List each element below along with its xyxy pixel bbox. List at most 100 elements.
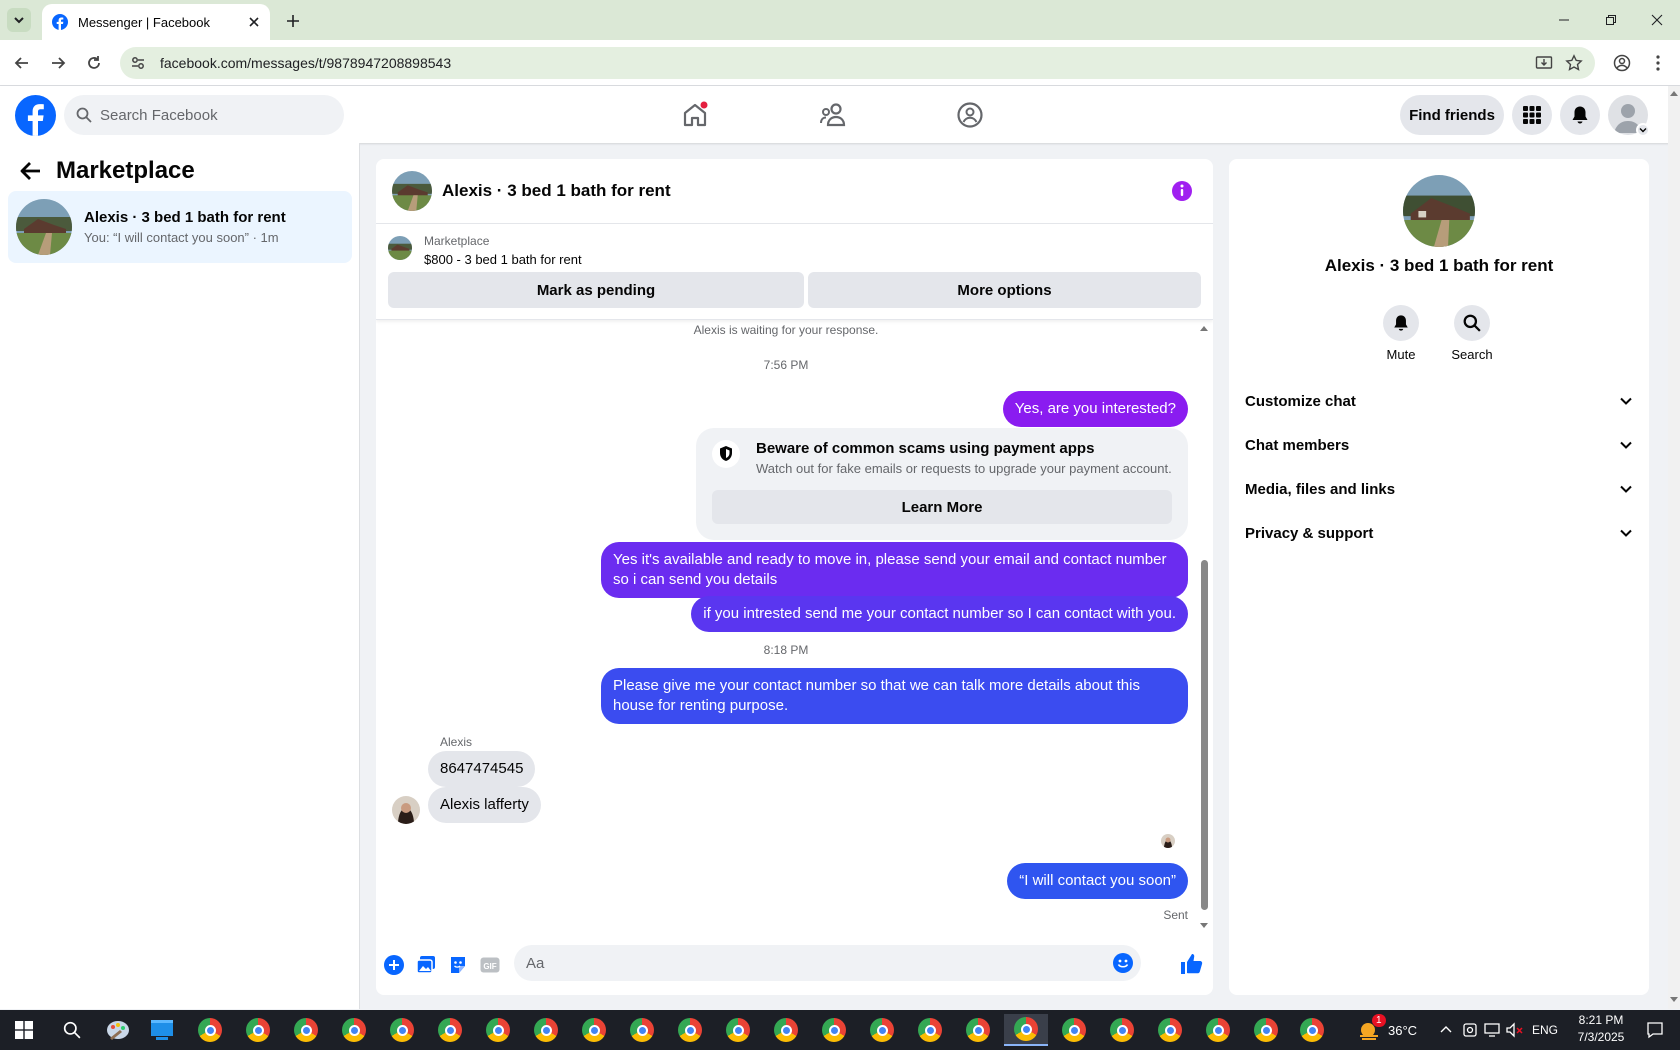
page-scrollbar[interactable] — [1668, 86, 1680, 1009]
sent-message[interactable]: “I will contact you soon” — [1007, 863, 1188, 899]
section-customize-chat[interactable]: Customize chat — [1245, 381, 1633, 421]
taskbar-chrome-10[interactable] — [622, 1014, 662, 1046]
taskbar-chrome-6[interactable] — [430, 1014, 470, 1046]
back-button[interactable] — [10, 51, 34, 75]
taskbar-chrome-1[interactable] — [190, 1014, 230, 1046]
temperature[interactable]: 36°C — [1388, 1023, 1417, 1038]
taskbar-chrome-20[interactable] — [1150, 1014, 1190, 1046]
profile-button[interactable] — [1610, 51, 1634, 75]
message-input[interactable]: Aa — [514, 945, 1141, 981]
omnibox[interactable]: facebook.com/messages/t/9878947208898543 — [120, 47, 1595, 79]
find-friends-button[interactable]: Find friends — [1400, 95, 1504, 135]
taskbar-search-button[interactable] — [52, 1014, 92, 1046]
window-close-button[interactable] — [1642, 8, 1672, 32]
reload-button[interactable] — [82, 51, 106, 75]
taskbar-chrome-13[interactable] — [766, 1014, 806, 1046]
notification-center-icon[interactable] — [1646, 1021, 1664, 1039]
taskbar-chrome-active[interactable] — [1004, 1014, 1048, 1046]
taskbar-chrome-18[interactable] — [1054, 1014, 1094, 1046]
details-avatar[interactable] — [1403, 175, 1475, 247]
taskbar-chrome-17[interactable] — [958, 1014, 998, 1046]
taskbar-chrome-8[interactable] — [526, 1014, 566, 1046]
taskbar-chrome-16[interactable] — [910, 1014, 950, 1046]
taskbar-chrome-5[interactable] — [382, 1014, 422, 1046]
mark-as-pending-button[interactable]: Mark as pending — [388, 272, 804, 308]
facebook-search-input[interactable]: Search Facebook — [64, 95, 344, 135]
more-options-button[interactable]: More options — [808, 272, 1201, 308]
taskbar-app-window[interactable] — [142, 1014, 182, 1046]
camera-icon[interactable] — [1462, 1022, 1478, 1038]
browser-tab[interactable]: Messenger | Facebook — [42, 4, 270, 40]
install-app-icon[interactable] — [1535, 54, 1553, 72]
received-message[interactable]: 8647474545 — [428, 751, 536, 787]
taskbar-chrome-23[interactable] — [1292, 1014, 1332, 1046]
facebook-logo-icon[interactable] — [15, 95, 56, 136]
chat-title[interactable]: Alexis · 3 bed 1 bath for rent — [442, 181, 671, 201]
taskbar-chrome-2[interactable] — [238, 1014, 278, 1046]
learn-more-button[interactable]: Learn More — [712, 490, 1172, 524]
nav-groups[interactable] — [938, 90, 1002, 140]
taskbar-chrome-19[interactable] — [1102, 1014, 1142, 1046]
taskbar-chrome-21[interactable] — [1198, 1014, 1238, 1046]
taskbar-chrome-11[interactable] — [670, 1014, 710, 1046]
gif-icon[interactable]: GIF — [480, 955, 500, 975]
taskbar-chrome-14[interactable] — [814, 1014, 854, 1046]
scroll-down-icon[interactable] — [1670, 997, 1678, 1003]
scroll-down-icon[interactable] — [1200, 923, 1208, 929]
taskbar-chrome-22[interactable] — [1246, 1014, 1286, 1046]
conversation-item[interactable]: Alexis · 3 bed 1 bath for rent You: “I w… — [8, 191, 352, 263]
menu-button[interactable] — [1512, 95, 1552, 135]
section-privacy-support[interactable]: Privacy & support — [1245, 513, 1633, 553]
listing-title[interactable]: $800 - 3 bed 1 bath for rent — [424, 252, 582, 267]
taskbar-chrome-15[interactable] — [862, 1014, 902, 1046]
photo-icon[interactable] — [416, 955, 436, 975]
thumbs-up-icon[interactable] — [1179, 952, 1203, 976]
sent-message[interactable]: Please give me your contact number so th… — [601, 668, 1188, 724]
sent-message[interactable]: Yes, are you interested? — [1002, 391, 1188, 427]
taskbar-chrome-3[interactable] — [286, 1014, 326, 1046]
mute-action[interactable]: Mute — [1371, 305, 1431, 362]
restore-button[interactable] — [1596, 8, 1626, 32]
taskbar-chrome-9[interactable] — [574, 1014, 614, 1046]
volume-muted-icon[interactable] — [1506, 1022, 1524, 1038]
taskbar-chrome-12[interactable] — [718, 1014, 758, 1046]
message-scrollbar[interactable] — [1198, 320, 1210, 935]
weather-widget[interactable]: 1 — [1356, 1014, 1386, 1042]
nav-friends[interactable] — [801, 90, 865, 140]
close-icon[interactable] — [248, 16, 260, 28]
section-media-files-links[interactable]: Media, files and links — [1245, 469, 1633, 509]
scroll-up-icon[interactable] — [1200, 325, 1208, 331]
minimize-button[interactable] — [1549, 8, 1579, 32]
language-indicator[interactable]: ENG — [1532, 1023, 1558, 1037]
notifications-button[interactable] — [1560, 95, 1600, 135]
chevron-up-icon[interactable] — [1440, 1024, 1452, 1036]
sent-message[interactable]: Yes it's available and ready to move in,… — [601, 542, 1188, 598]
nav-home[interactable] — [663, 90, 727, 140]
section-chat-members[interactable]: Chat members — [1245, 425, 1633, 465]
plus-circle-icon[interactable] — [384, 955, 404, 975]
clock[interactable]: 8:21 PM 7/3/2025 — [1566, 1012, 1636, 1046]
network-icon[interactable] — [1484, 1022, 1502, 1038]
info-icon[interactable] — [1171, 180, 1193, 202]
sticker-icon[interactable] — [448, 955, 468, 975]
taskbar-chrome-4[interactable] — [334, 1014, 374, 1046]
scroll-thumb[interactable] — [1201, 560, 1208, 910]
chat-avatar[interactable] — [392, 171, 432, 211]
scroll-up-icon[interactable] — [1670, 90, 1678, 96]
sent-message[interactable]: if you intrested send me your contact nu… — [691, 596, 1188, 632]
sender-avatar[interactable] — [392, 796, 420, 824]
back-arrow-icon[interactable] — [20, 161, 42, 181]
bookmark-star-icon[interactable] — [1565, 54, 1583, 72]
site-info-icon[interactable] — [130, 55, 146, 71]
start-button[interactable] — [4, 1014, 44, 1046]
listing-thumbnail[interactable] — [388, 236, 412, 260]
new-tab-button[interactable] — [281, 9, 305, 33]
taskbar-app-paint[interactable] — [98, 1014, 138, 1046]
forward-button[interactable] — [46, 51, 70, 75]
emoji-icon[interactable] — [1113, 953, 1133, 973]
browser-menu-button[interactable] — [1646, 51, 1670, 75]
tab-search-button[interactable] — [7, 8, 31, 32]
received-message[interactable]: Alexis lafferty — [428, 787, 541, 823]
taskbar-chrome-7[interactable] — [478, 1014, 518, 1046]
search-action[interactable]: Search — [1442, 305, 1502, 362]
